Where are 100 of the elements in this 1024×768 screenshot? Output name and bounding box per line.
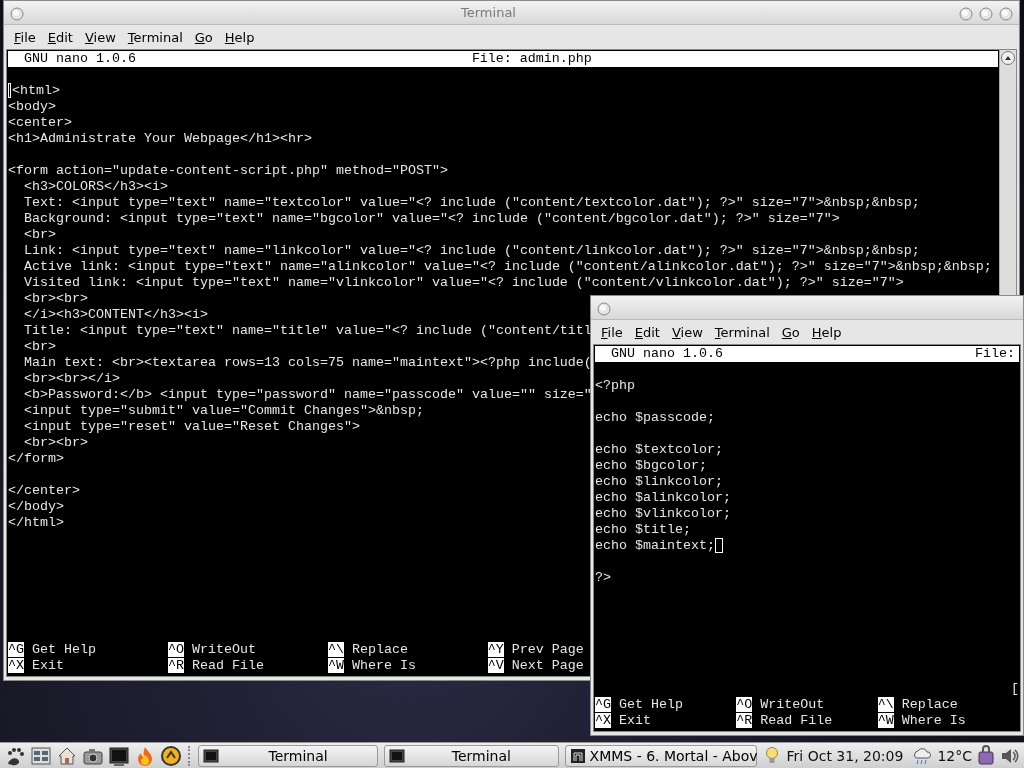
file-name: File:	[975, 346, 1016, 362]
code-line: </form>	[8, 451, 64, 467]
code-line: echo $passcode;	[595, 410, 715, 426]
shortcut-label: Replace	[350, 642, 408, 657]
title-bar-button[interactable]	[999, 5, 1013, 20]
terminal-icon	[202, 748, 219, 763]
window-title: Terminal	[460, 5, 517, 20]
title-bar-button[interactable]	[979, 5, 993, 20]
code-line: echo $title;	[595, 522, 691, 538]
menu-item[interactable]: Help	[218, 27, 261, 47]
title-bar-button[interactable]	[959, 5, 973, 20]
code-line: <h3>COLORS</h3><i>	[23, 179, 168, 195]
window-menu-button[interactable]	[10, 5, 24, 20]
dial-icon[interactable]	[160, 744, 182, 767]
shortcut-label: WriteOut	[190, 642, 256, 657]
window-menu-button[interactable]	[597, 300, 611, 315]
code-line: <?php	[595, 378, 635, 394]
shortcut-label: Replace	[900, 697, 958, 712]
code-line: <br>	[23, 339, 56, 355]
taskbar-button[interactable]: Terminal	[197, 744, 379, 767]
status-message: [	[1011, 681, 1019, 696]
code-line: Visited link: <input type="text" name="vlinkcolor" value="<? include ("content/vlinkcolor.dat"); ?>" size="7">	[23, 275, 904, 291]
shortcut-label: Get Help	[618, 697, 683, 712]
window-list-icon[interactable]	[30, 744, 52, 767]
scroll-up-button[interactable]	[1000, 50, 1016, 66]
code-line: <br><br></i>	[23, 371, 120, 387]
padlock-icon[interactable]	[976, 744, 996, 767]
menu-item[interactable]: Edit	[41, 27, 79, 47]
text-cursor	[8, 83, 11, 98]
code-line: <h1>Administrate Your Webpage</h1><hr>	[8, 131, 312, 147]
menu-item[interactable]: Go	[775, 322, 806, 342]
shortcut-key: ^W	[877, 713, 894, 728]
code-line: <br><br>	[23, 435, 88, 451]
menu-item[interactable]: Edit	[628, 322, 666, 342]
shortcut-label: Exit	[618, 713, 651, 728]
shortcut-label: Next Page	[510, 658, 584, 673]
code-line: Main text: <br><textarea rows=13 cols=75 name="maintext"><?php include(	[23, 355, 592, 371]
code-line: </html>	[8, 515, 64, 531]
code-line: echo $vlinkcolor;	[595, 506, 731, 522]
weather-icon[interactable]	[911, 745, 934, 766]
code-line: <b>Password:</b> <input type="password" name="passcode" value="" size="	[23, 387, 592, 403]
code-line: <form action="update-content-script.php" method="POST">	[8, 163, 448, 179]
code-line: echo $maintext;	[595, 538, 715, 554]
shortcut-key: ^G	[595, 697, 611, 712]
menu-item[interactable]: Help	[805, 322, 848, 342]
menu-item[interactable]: File	[8, 27, 42, 47]
shortcut-key: ^X	[595, 713, 611, 728]
code-line: Text: <input type="text" name="textcolor" value="<? include ("content/textcolor.dat"); ?>" size="7">&nbsp;&nbsp;	[23, 195, 920, 211]
editor-version: GNU nano 1.0.6	[23, 51, 137, 67]
code-line: ?>	[595, 570, 611, 586]
code-line: echo $alinkcolor;	[595, 490, 731, 506]
file-name: File: admin.php	[471, 51, 592, 67]
menu-item[interactable]: View	[665, 322, 709, 342]
terminal-icon	[389, 748, 406, 763]
text-cursor	[715, 538, 723, 553]
code-line: echo $textcolor;	[595, 442, 723, 458]
shortcut-key: ^X	[8, 658, 24, 673]
menu-item[interactable]: Terminal	[708, 322, 776, 342]
code-line: echo $bgcolor;	[595, 458, 707, 474]
shortcut-label: Where Is	[900, 713, 966, 728]
code-line: <br>	[23, 227, 56, 243]
shortcut-key: ^\	[877, 697, 894, 712]
code-line: Link: <input type="text" name="linkcolor" value="<? include ("content/linkcolor.dat"); ?>" size="7">&nbsp;&nbsp;	[23, 243, 920, 259]
code-line: </i><h3>CONTENT</h3><i>	[23, 307, 208, 323]
shortcut-label: Get Help	[31, 642, 96, 657]
shortcut-key: ^Y	[487, 642, 504, 657]
code-line: <br><br>	[23, 291, 88, 307]
shortcut-key: ^W	[327, 658, 344, 673]
taskbar-button[interactable]: XMMS - 6. Mortal - Abov	[564, 744, 757, 767]
shortcut-label: Prev Page	[510, 642, 584, 657]
code-line: <body>	[8, 99, 56, 115]
shortcut-label: Read File	[759, 713, 833, 728]
shortcut-label: Exit	[31, 658, 64, 673]
shortcut-key: ^V	[487, 658, 504, 673]
shortcut-key: ^R	[736, 713, 753, 728]
shortcut-label: WriteOut	[759, 697, 825, 712]
menu-item[interactable]: Go	[188, 27, 219, 47]
taskbar-button[interactable]: Terminal	[384, 744, 559, 767]
editor-version: GNU nano 1.0.6	[610, 346, 724, 362]
code-line: Background: <input type="text" name="bgcolor" value="<? include ("content/bgcolor.dat"); ?>" size="7">	[23, 211, 840, 227]
code-line: Active link: <input type="text" name="alinkcolor" value="<? include ("content/alinkcolor.dat"); ?>" size="7">&nbsp;&nbsp;	[23, 259, 992, 275]
code-line: <center>	[8, 115, 72, 131]
code-line: Title: <input type="text" name="title" value="<? include ("content/titl	[23, 323, 592, 339]
code-line: echo $linkcolor;	[595, 474, 723, 490]
shortcut-label: Where Is	[350, 658, 416, 673]
code-line: </center>	[8, 483, 80, 499]
shortcut-key: ^O	[167, 642, 184, 657]
shortcut-label: Read File	[190, 658, 264, 673]
shortcut-key: ^G	[8, 642, 24, 657]
shortcut-key: ^\	[327, 642, 344, 657]
code-line: <html>	[12, 83, 60, 99]
temperature: 12°C	[937, 747, 972, 764]
code-line: </body>	[8, 499, 64, 515]
code-line: <input type="submit" value="Commit Changes">&nbsp;	[23, 403, 424, 419]
shortcut-key: ^R	[167, 658, 184, 673]
clock[interactable]: Fri Oct 31, 20:09	[786, 747, 904, 764]
menu-item[interactable]: File	[595, 322, 629, 342]
menu-item[interactable]: Terminal	[121, 27, 189, 47]
menu-item[interactable]: View	[78, 27, 122, 47]
terminal-icon[interactable]	[108, 744, 130, 767]
